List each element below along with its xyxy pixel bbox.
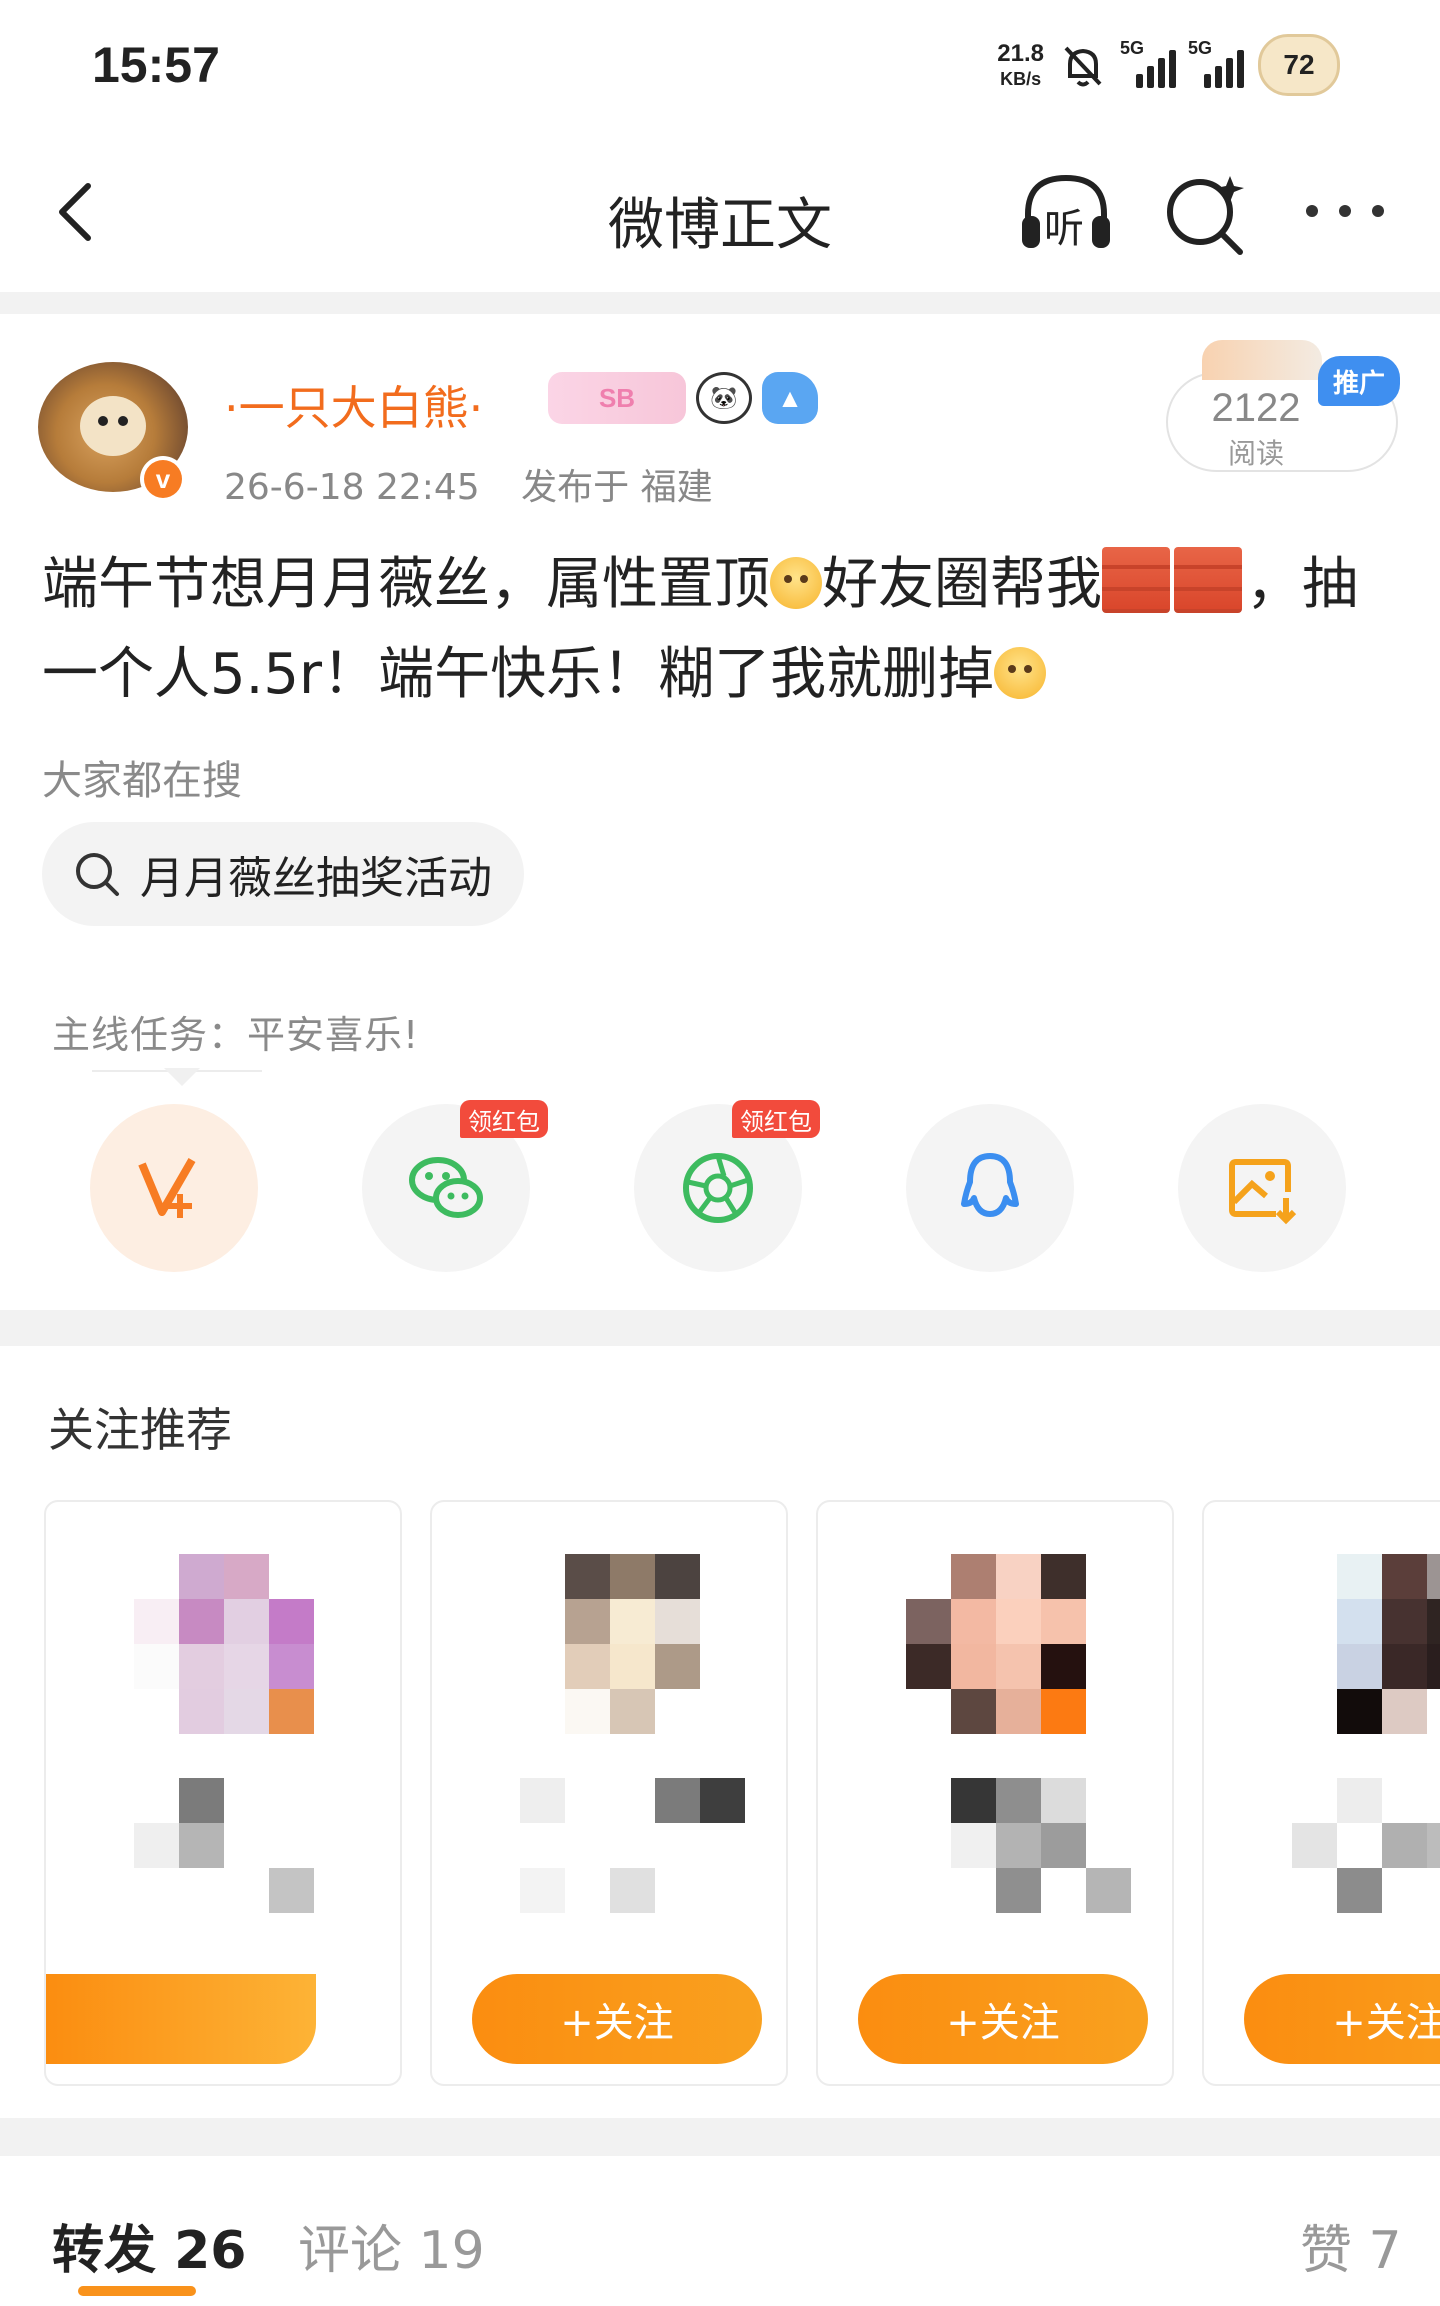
signal-1-label: 5G (1120, 38, 1145, 58)
status-icons: 21.8 KB/s 5G 5G 72 (997, 30, 1340, 100)
verified-badge: v (140, 456, 186, 502)
interaction-tabs: 转发 26 评论 19 赞 7 (0, 2156, 1440, 2306)
nav-bar: 微博正文 听 (0, 132, 1440, 292)
share-weibo-button[interactable] (90, 1104, 258, 1272)
share-row: 领红包 领红包 (90, 1100, 1350, 1274)
battery-indicator: 72 (1258, 34, 1340, 96)
recommend-card[interactable]: +关注 (430, 1500, 788, 2086)
save-image-icon (1229, 1159, 1297, 1225)
pleading-emoji-icon (770, 557, 822, 609)
signal-1-icon: 5G (1120, 38, 1176, 88)
network-speed: 21.8 KB/s (997, 40, 1044, 89)
brick-emoji-icon (1174, 547, 1242, 613)
section-divider (0, 1310, 1440, 1346)
user-name-pixelated (1292, 1778, 1440, 1914)
tab-repost[interactable]: 转发 26 (52, 2208, 246, 2283)
recommend-card[interactable]: +关注 (816, 1500, 1174, 2086)
signal-2-label: 5G (1188, 38, 1213, 58)
active-tab-indicator (78, 2286, 196, 2296)
user-avatar-pixelated (520, 1554, 700, 1734)
user-avatar-pixelated (1292, 1554, 1440, 1734)
wechat-icon (409, 1157, 483, 1218)
follow-button[interactable]: +关注 (1244, 1974, 1440, 2064)
post-content: 端午节想月月薇丝，属性置顶 好友圈帮我 ，抽一个人5.5r！端午快乐！糊了我就删掉 (42, 540, 1402, 720)
decoration-image (1202, 340, 1322, 380)
trending-search-chip[interactable]: 月月薇丝抽奖活动 (42, 822, 524, 926)
verified-mark: v (144, 460, 182, 498)
recommend-card[interactable] (44, 1500, 402, 2086)
read-label: 阅读 (1227, 437, 1284, 470)
network-speed-value: 21.8 (997, 40, 1044, 67)
crying-emoji-icon (994, 647, 1047, 699)
author-badges: SB 🐼 ▲ (548, 372, 818, 424)
trending-search-text: 月月薇丝抽奖活动 (140, 853, 492, 904)
search-icon (76, 853, 119, 896)
follow-button[interactable] (46, 1974, 316, 2064)
more-options-icon[interactable] (1300, 186, 1390, 236)
signal-2-icon: 5G (1188, 38, 1244, 88)
author-avatar[interactable]: v (38, 362, 188, 502)
listen-label: 听 (1044, 206, 1084, 252)
user-name-pixelated (906, 1778, 1132, 1914)
section-divider (0, 292, 1440, 314)
post-text-part2: 好友圈帮我 (822, 552, 1102, 617)
post-location: 发布于 福建 (521, 467, 713, 508)
shark-badge-icon: ▲ (762, 372, 818, 424)
brick-emoji-icon (1102, 547, 1170, 613)
read-count-box[interactable]: 推广 2122 阅读 (1166, 340, 1400, 472)
status-time: 15:57 (92, 37, 220, 93)
recommend-cards: +关注 +关注 +关注 (44, 1500, 1440, 2090)
user-avatar-pixelated (134, 1554, 314, 1734)
v-plus-icon (138, 1158, 196, 1218)
vip-badge[interactable]: SB (548, 372, 686, 424)
user-name-pixelated (134, 1778, 314, 1914)
panda-icon: 🐼 (696, 372, 752, 424)
network-speed-unit: KB/s (1000, 69, 1042, 89)
author-name[interactable]: ·一只大白熊· (224, 372, 483, 438)
save-image-button[interactable] (1178, 1104, 1346, 1272)
share-qq-button[interactable] (906, 1104, 1074, 1272)
tab-comment[interactable]: 评论 19 (298, 2208, 485, 2283)
recommend-card[interactable]: +关注 (1202, 1500, 1440, 2086)
follow-button[interactable]: +关注 (858, 1974, 1148, 2064)
section-divider (0, 2118, 1440, 2156)
user-avatar-pixelated (906, 1554, 1086, 1734)
status-bar: 15:57 21.8 KB/s 5G 5G 72 (0, 0, 1440, 132)
post-meta: 26-6-18 22:45 发布于 福建 (224, 458, 713, 510)
red-packet-badge[interactable]: 领红包 (732, 1100, 820, 1138)
qq-icon (961, 1153, 1019, 1217)
post-text-part1: 端午节想月月薇丝，属性置顶 (42, 552, 770, 617)
recommend-title: 关注推荐 (48, 1403, 232, 1457)
listen-button[interactable]: 听 (1016, 168, 1116, 258)
tab-like[interactable]: 赞 7 (1300, 2208, 1402, 2283)
read-count: 2122 (1211, 386, 1301, 430)
moments-icon (683, 1153, 753, 1223)
post-time: 26-6-18 22:45 (224, 467, 480, 508)
trending-search-label: 大家都在搜 (42, 758, 242, 804)
red-packet-badge[interactable]: 领红包 (460, 1100, 548, 1138)
follow-button[interactable]: +关注 (472, 1974, 762, 2064)
mission-pointer (164, 1068, 200, 1086)
mute-bell-icon (1064, 46, 1102, 87)
search-icon[interactable] (1160, 168, 1250, 258)
mission-text: 主线任务：平安喜乐! (52, 1013, 420, 1057)
user-name-pixelated (520, 1778, 746, 1914)
